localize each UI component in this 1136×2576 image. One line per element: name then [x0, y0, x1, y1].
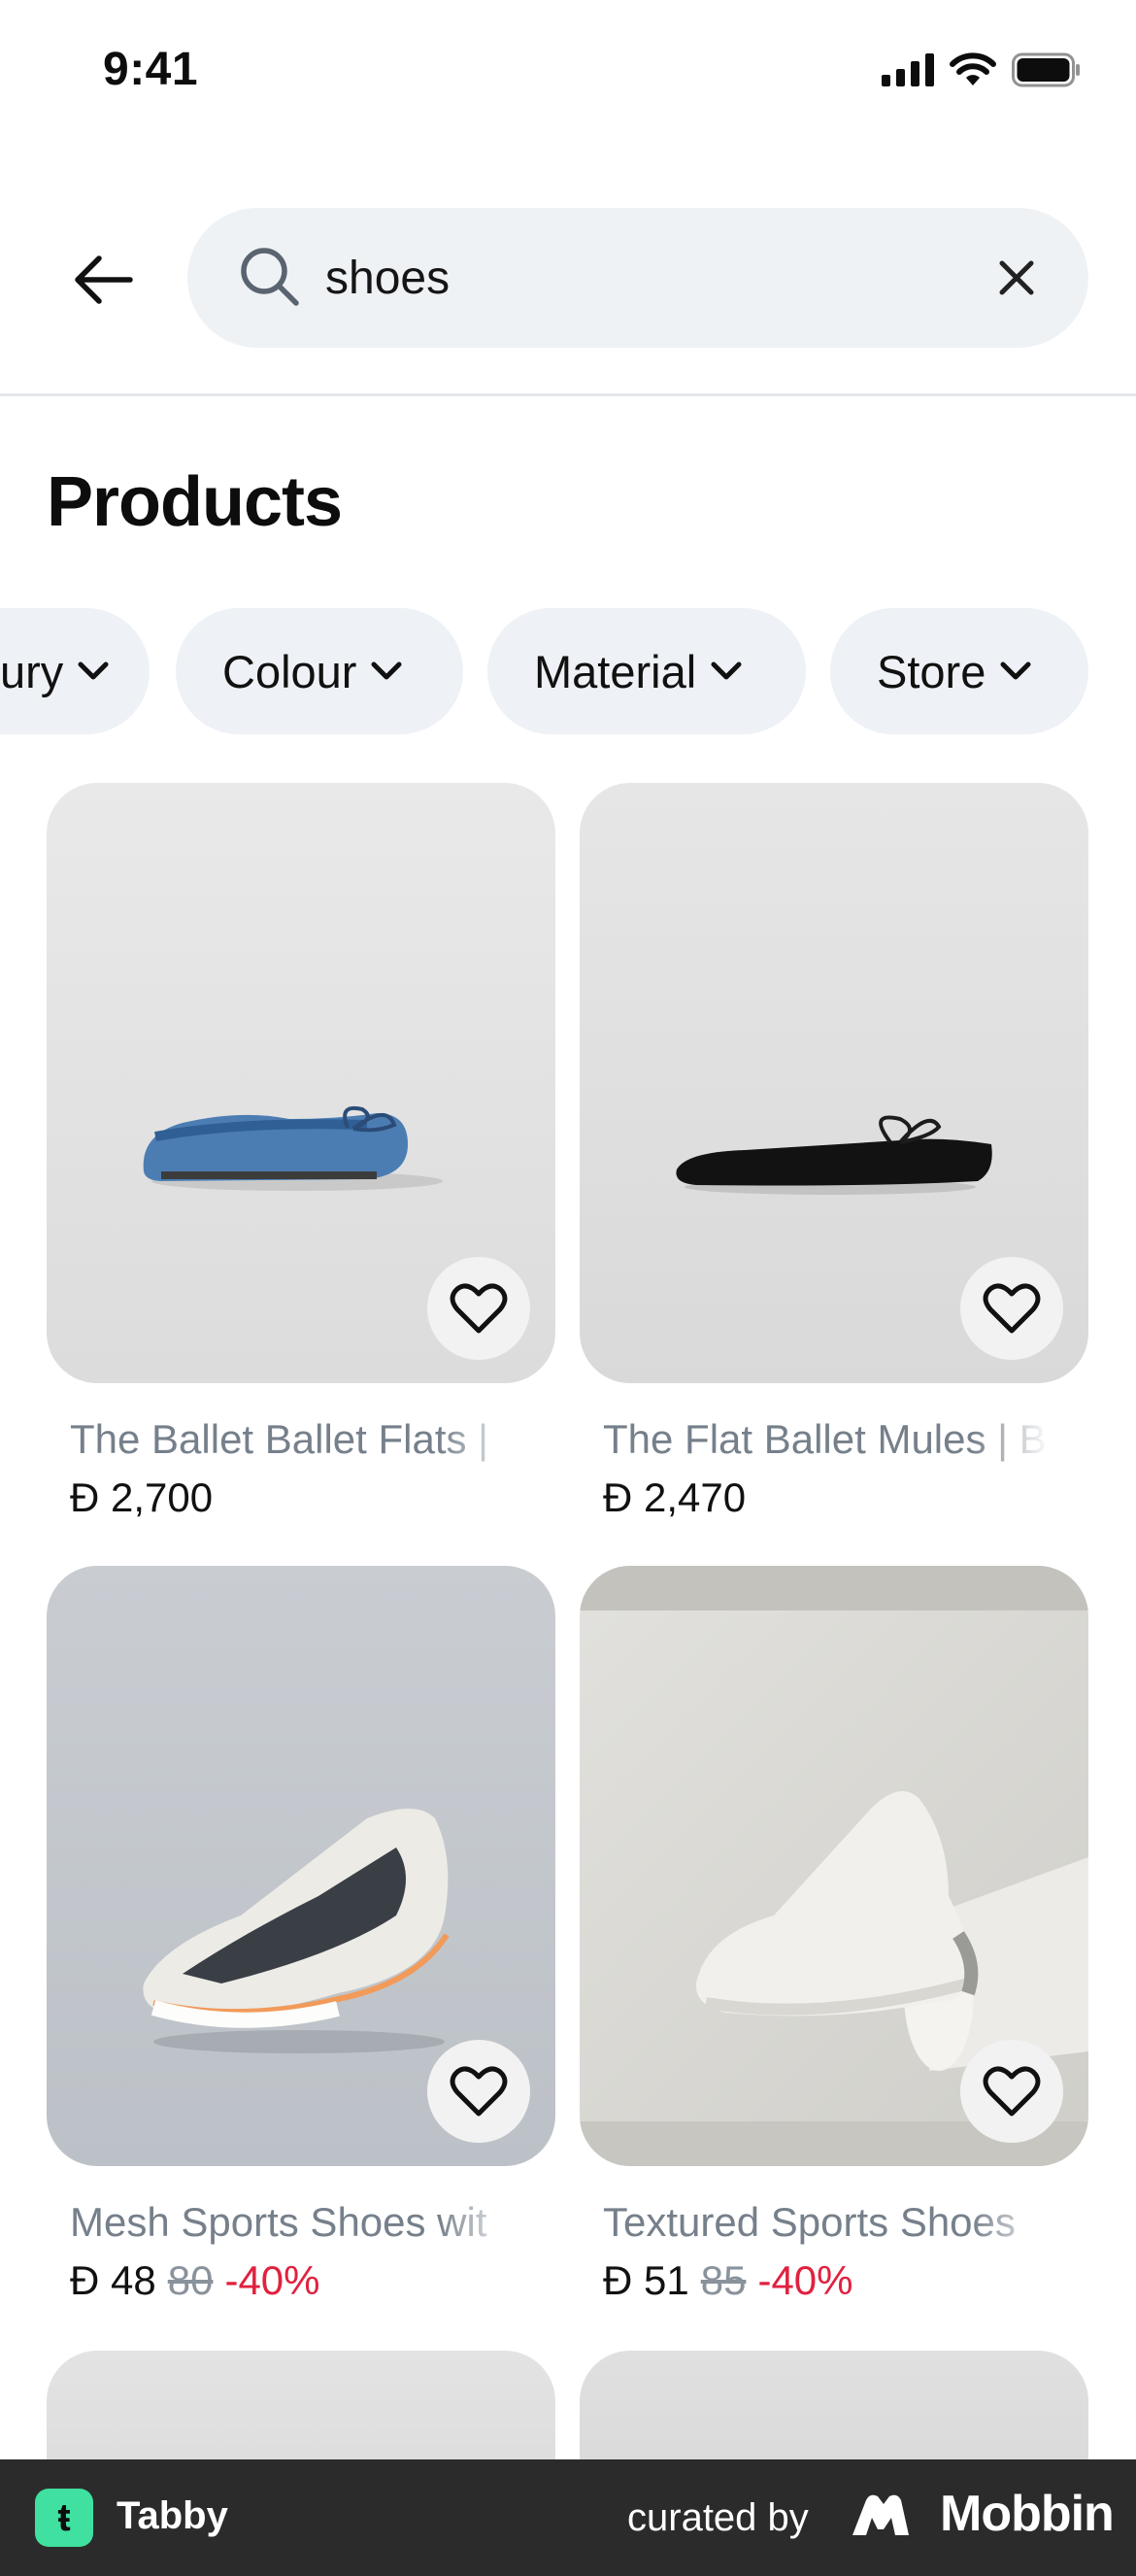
battery-icon — [1012, 52, 1080, 87]
back-button[interactable] — [58, 235, 148, 324]
status-time: 9:41 — [103, 44, 199, 95]
filter-chip-label: Colour — [222, 645, 357, 697]
product-title[interactable]: The Flat Ballet Mules | B — [603, 1416, 1050, 1463]
product-card[interactable]: Mesh Sports Shoes wit Đ 48 80 -40% — [47, 1566, 555, 2303]
chevron-down-icon — [371, 661, 402, 680]
close-icon — [999, 260, 1034, 295]
arrow-left-icon — [75, 255, 133, 304]
currency-symbol: Đ — [70, 2257, 100, 2303]
product-price: Đ 2,470 — [603, 1474, 746, 1521]
product-title[interactable]: Mesh Sports Shoes wit — [70, 2199, 517, 2246]
chevron-down-icon — [1000, 661, 1031, 680]
brand-name: Mobbin — [940, 2486, 1115, 2542]
product-price: Đ 48 80 -40% — [70, 2257, 320, 2304]
page: 9:41 shoes Products ury Colour Material … — [0, 0, 1136, 2576]
status-bar: 9:41 — [0, 0, 1136, 146]
cellular-signal-icon — [882, 53, 934, 86]
product-card[interactable]: The Flat Ballet Mules | B Đ 2,470 — [580, 783, 1088, 1520]
filter-chip-label: Material — [534, 645, 697, 697]
product-image[interactable] — [47, 1566, 555, 2166]
heart-icon — [450, 1283, 508, 1334]
price-value: 48 — [111, 2257, 156, 2303]
currency-symbol: Đ — [70, 1474, 100, 1520]
product-card[interactable]: Textured Sports Shoes Đ 51 85 -40% — [580, 1566, 1088, 2303]
original-price: 85 — [700, 2257, 747, 2303]
clear-search-button[interactable] — [984, 245, 1050, 311]
app-name: Tabby — [117, 2494, 228, 2537]
filter-chip-colour[interactable]: Colour — [176, 608, 463, 734]
price-value: 2,470 — [644, 1474, 747, 1520]
favorite-button[interactable] — [427, 1257, 530, 1360]
filter-chips: ury Colour Material Store — [0, 608, 1136, 734]
currency-symbol: Đ — [603, 1474, 633, 1520]
product-card[interactable]: The Ballet Ballet Flats | Đ 2,700 — [47, 783, 555, 1520]
filter-chip-material[interactable]: Material — [487, 608, 806, 734]
product-title[interactable]: The Ballet Ballet Flats | — [70, 1416, 517, 1463]
curated-by-label: curated by — [627, 2496, 809, 2539]
product-image[interactable] — [580, 783, 1088, 1383]
currency-symbol: Đ — [603, 2257, 633, 2303]
chevron-down-icon — [78, 661, 109, 680]
search-input[interactable] — [325, 241, 947, 315]
discount-badge: -40% — [757, 2257, 853, 2303]
filter-chip-label: Store — [877, 645, 986, 697]
product-price: Đ 51 85 -40% — [603, 2257, 853, 2304]
mobbin-logo-icon — [852, 2494, 909, 2535]
filter-chip-category[interactable]: ury — [0, 608, 150, 734]
product-image[interactable] — [47, 783, 555, 1383]
filter-chip-label: ury — [0, 645, 64, 697]
price-value: 2,700 — [111, 1474, 214, 1520]
product-title-text: The Ballet Ballet Flats | — [70, 1416, 489, 1462]
search-icon — [241, 248, 299, 306]
favorite-button[interactable] — [960, 2040, 1063, 2143]
tabby-logo: ŧ — [35, 2489, 93, 2547]
product-image[interactable] — [580, 1566, 1088, 2166]
heart-icon — [983, 1283, 1041, 1334]
search-bar — [187, 208, 1088, 348]
product-title-text: Textured Sports Shoes — [603, 2199, 1016, 2245]
status-icons — [882, 52, 1082, 87]
wifi-icon — [950, 52, 996, 85]
product-title[interactable]: Textured Sports Shoes — [603, 2199, 1050, 2246]
page-title: Products — [47, 463, 343, 541]
heart-icon — [450, 2066, 508, 2117]
favorite-button[interactable] — [960, 1257, 1063, 1360]
product-title-text: Mesh Sports Shoes wit — [70, 2199, 487, 2245]
attribution-banner: ŧ Tabby curated by Mobbin — [0, 2459, 1136, 2576]
favorite-button[interactable] — [427, 2040, 530, 2143]
price-value: 51 — [644, 2257, 689, 2303]
heart-icon — [983, 2066, 1041, 2117]
product-price: Đ 2,700 — [70, 1474, 213, 1521]
discount-badge: -40% — [224, 2257, 320, 2303]
filter-chip-store[interactable]: Store — [830, 608, 1088, 734]
chevron-down-icon — [711, 661, 742, 680]
search-header — [0, 194, 1136, 396]
original-price: 80 — [167, 2257, 214, 2303]
